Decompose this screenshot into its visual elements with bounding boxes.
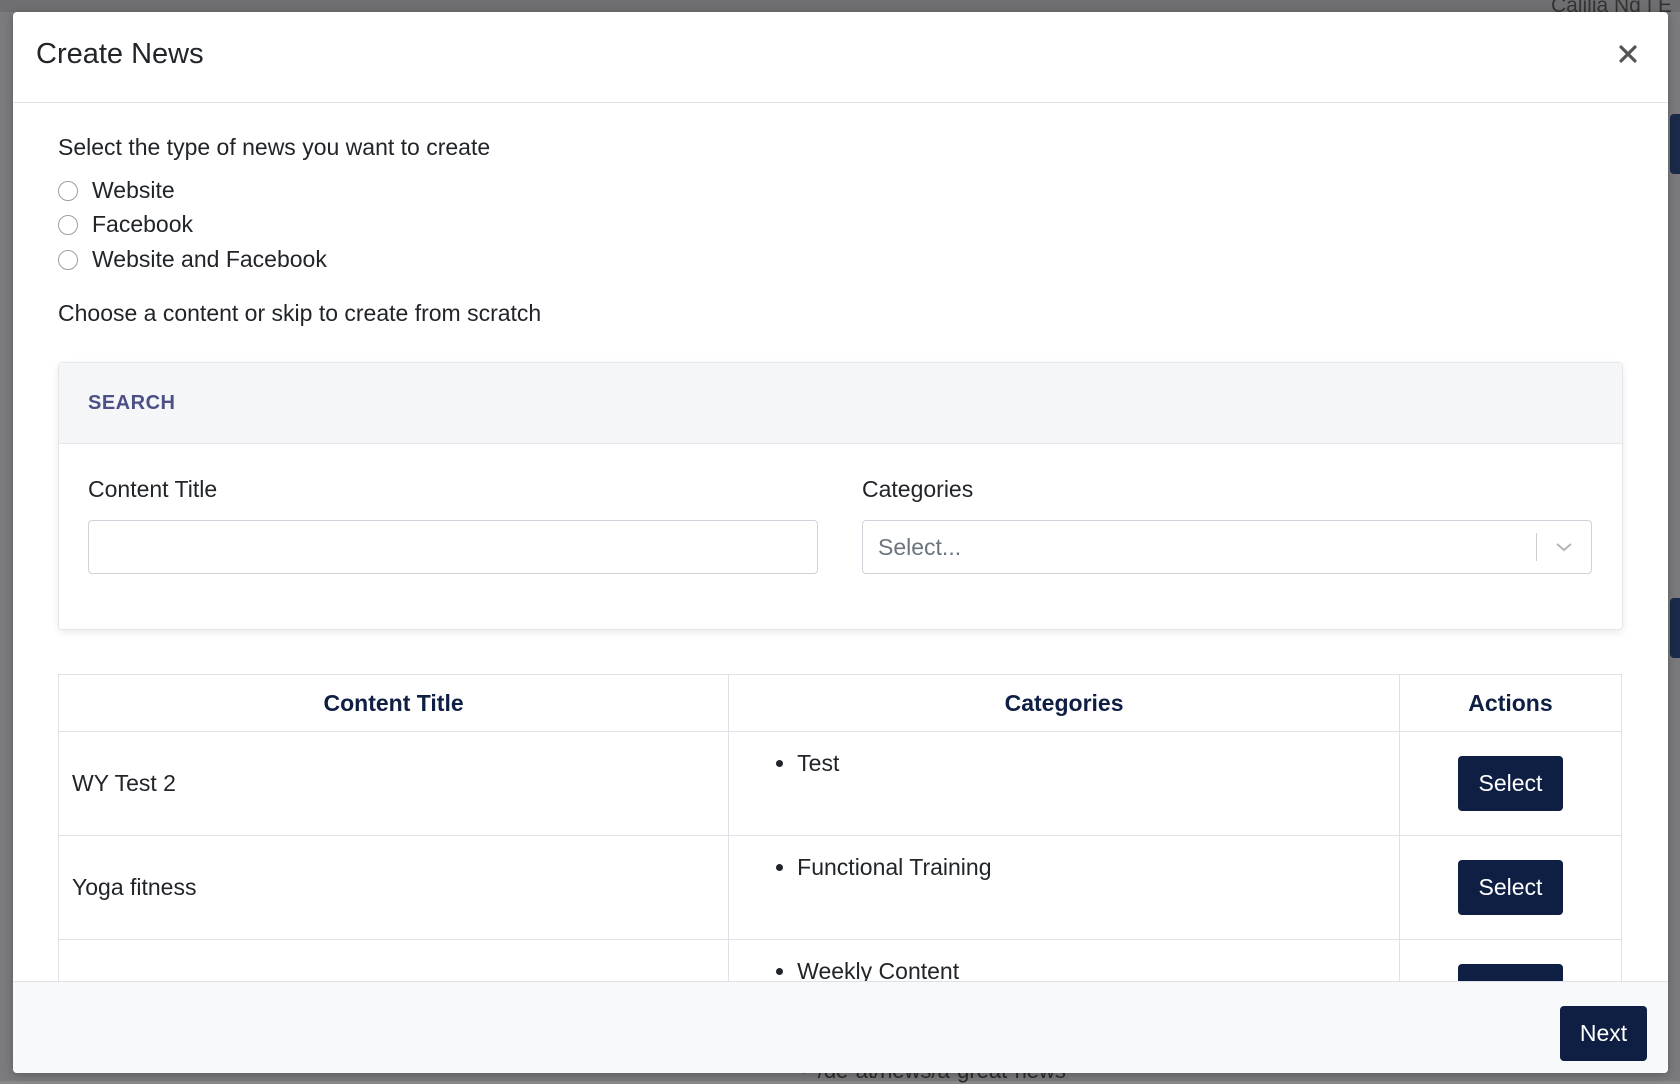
- search-card-header: SEARCH: [59, 363, 1622, 444]
- radio-label: Website: [92, 177, 175, 203]
- content-table: Content Title Categories Actions WY Test…: [57, 674, 1623, 981]
- radio-facebook[interactable]: Facebook: [58, 211, 193, 238]
- radio-website[interactable]: Website: [58, 177, 175, 204]
- category-item: Functional Training: [797, 854, 1398, 881]
- content-prompt: Choose a content or skip to create from …: [58, 300, 542, 326]
- radio-website-and-facebook[interactable]: Website and Facebook: [58, 246, 327, 273]
- table-header-row: Content Title Categories Actions: [57, 674, 1623, 732]
- row-categories: Weekly Content: [728, 939, 1400, 981]
- category-item: Weekly Content: [797, 958, 1398, 981]
- content-title-label: Content Title: [88, 476, 218, 502]
- news-type-prompt: Select the type of news you want to crea…: [58, 134, 491, 160]
- categories-label: Categories: [862, 476, 974, 502]
- row-categories: Functional Training: [728, 835, 1400, 940]
- modal-title: Create News: [36, 38, 204, 70]
- column-header-content-title: Content Title: [57, 674, 730, 732]
- row-title: WY Test 2: [57, 731, 730, 836]
- background-button: [1670, 114, 1680, 174]
- radio-button[interactable]: [58, 214, 78, 235]
- row-actions: Select: [1398, 939, 1623, 981]
- background-topbar: [0, 0, 1680, 12]
- modal-body: Select the type of news you want to crea…: [13, 103, 1668, 981]
- radio-label: Website and Facebook: [92, 246, 327, 272]
- row-categories: Test: [728, 731, 1400, 836]
- close-button[interactable]: [1610, 36, 1646, 72]
- radio-button[interactable]: [58, 180, 78, 201]
- create-news-modal: Create News Select the type of news you …: [13, 12, 1668, 1073]
- select-button[interactable]: Select: [1457, 860, 1563, 915]
- background-button: [1670, 598, 1680, 658]
- category-item: Test: [797, 750, 1398, 777]
- table-row: WY Test 2 Test Select: [57, 731, 1623, 836]
- row-actions: Select: [1398, 731, 1623, 836]
- row-title: Yoga fitness: [57, 835, 730, 940]
- next-button[interactable]: Next: [1560, 1006, 1647, 1061]
- column-header-actions: Actions: [1398, 674, 1623, 732]
- close-icon: [1619, 45, 1637, 63]
- select-button[interactable]: Select: [1457, 964, 1563, 981]
- row-actions: Select: [1398, 835, 1623, 940]
- row-title: How to earn with Google Adworks: [57, 939, 730, 981]
- table-row: Yoga fitness Functional Training Select: [57, 835, 1623, 940]
- radio-button[interactable]: [58, 249, 78, 270]
- select-button[interactable]: Select: [1457, 756, 1563, 811]
- column-header-categories: Categories: [728, 674, 1400, 732]
- chevron-down-icon[interactable]: [1537, 541, 1591, 553]
- content-title-input[interactable]: [88, 520, 818, 574]
- categories-select-placeholder: Select...: [878, 533, 962, 560]
- modal-footer: Next: [13, 981, 1668, 1073]
- radio-label: Facebook: [92, 211, 194, 237]
- modal-header: Create News: [13, 12, 1668, 103]
- categories-select[interactable]: Select...: [862, 520, 1592, 574]
- search-card: SEARCH Content Title Categories Select..…: [58, 362, 1623, 630]
- table-row: How to earn with Google Adworks Weekly C…: [57, 939, 1623, 981]
